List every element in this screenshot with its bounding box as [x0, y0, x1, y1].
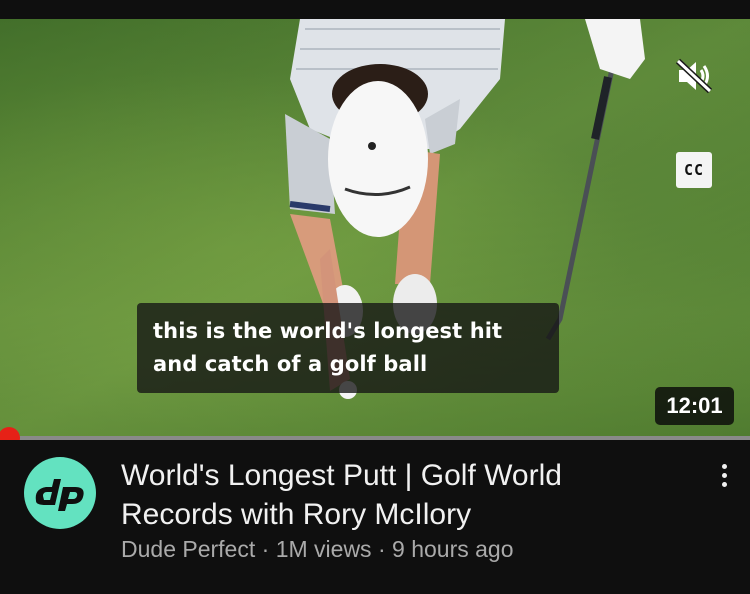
video-player[interactable]: CC this is the world's longest hit and c…	[0, 19, 750, 438]
meta-separator: ·	[261, 536, 276, 562]
closed-captions-icon: CC	[683, 161, 705, 179]
mute-button[interactable]	[670, 56, 718, 96]
more-options-button[interactable]	[710, 458, 738, 492]
meta-separator: ·	[377, 536, 393, 562]
video-metadata: Dude Perfect · 1M views · 9 hours ago	[121, 536, 514, 563]
view-count: 1M views	[275, 536, 372, 562]
closed-captions-button[interactable]: CC	[676, 152, 712, 188]
video-title[interactable]: World's Longest Putt | Golf World Record…	[121, 456, 641, 534]
upload-age: 9 hours ago	[392, 536, 514, 562]
caption-text: this is the world's longest hit and catc…	[153, 319, 503, 376]
caption-overlay: this is the world's longest hit and catc…	[137, 303, 559, 393]
channel-avatar[interactable]	[24, 457, 96, 529]
dude-perfect-logo	[35, 479, 84, 511]
channel-name[interactable]: Dude Perfect	[121, 536, 255, 562]
video-info[interactable]: World's Longest Putt | Golf World Record…	[0, 440, 750, 594]
duration-badge: 12:01	[655, 387, 734, 425]
status-bar-strip	[0, 0, 750, 19]
volume-muted-icon	[675, 58, 713, 94]
more-vertical-icon	[721, 463, 727, 469]
